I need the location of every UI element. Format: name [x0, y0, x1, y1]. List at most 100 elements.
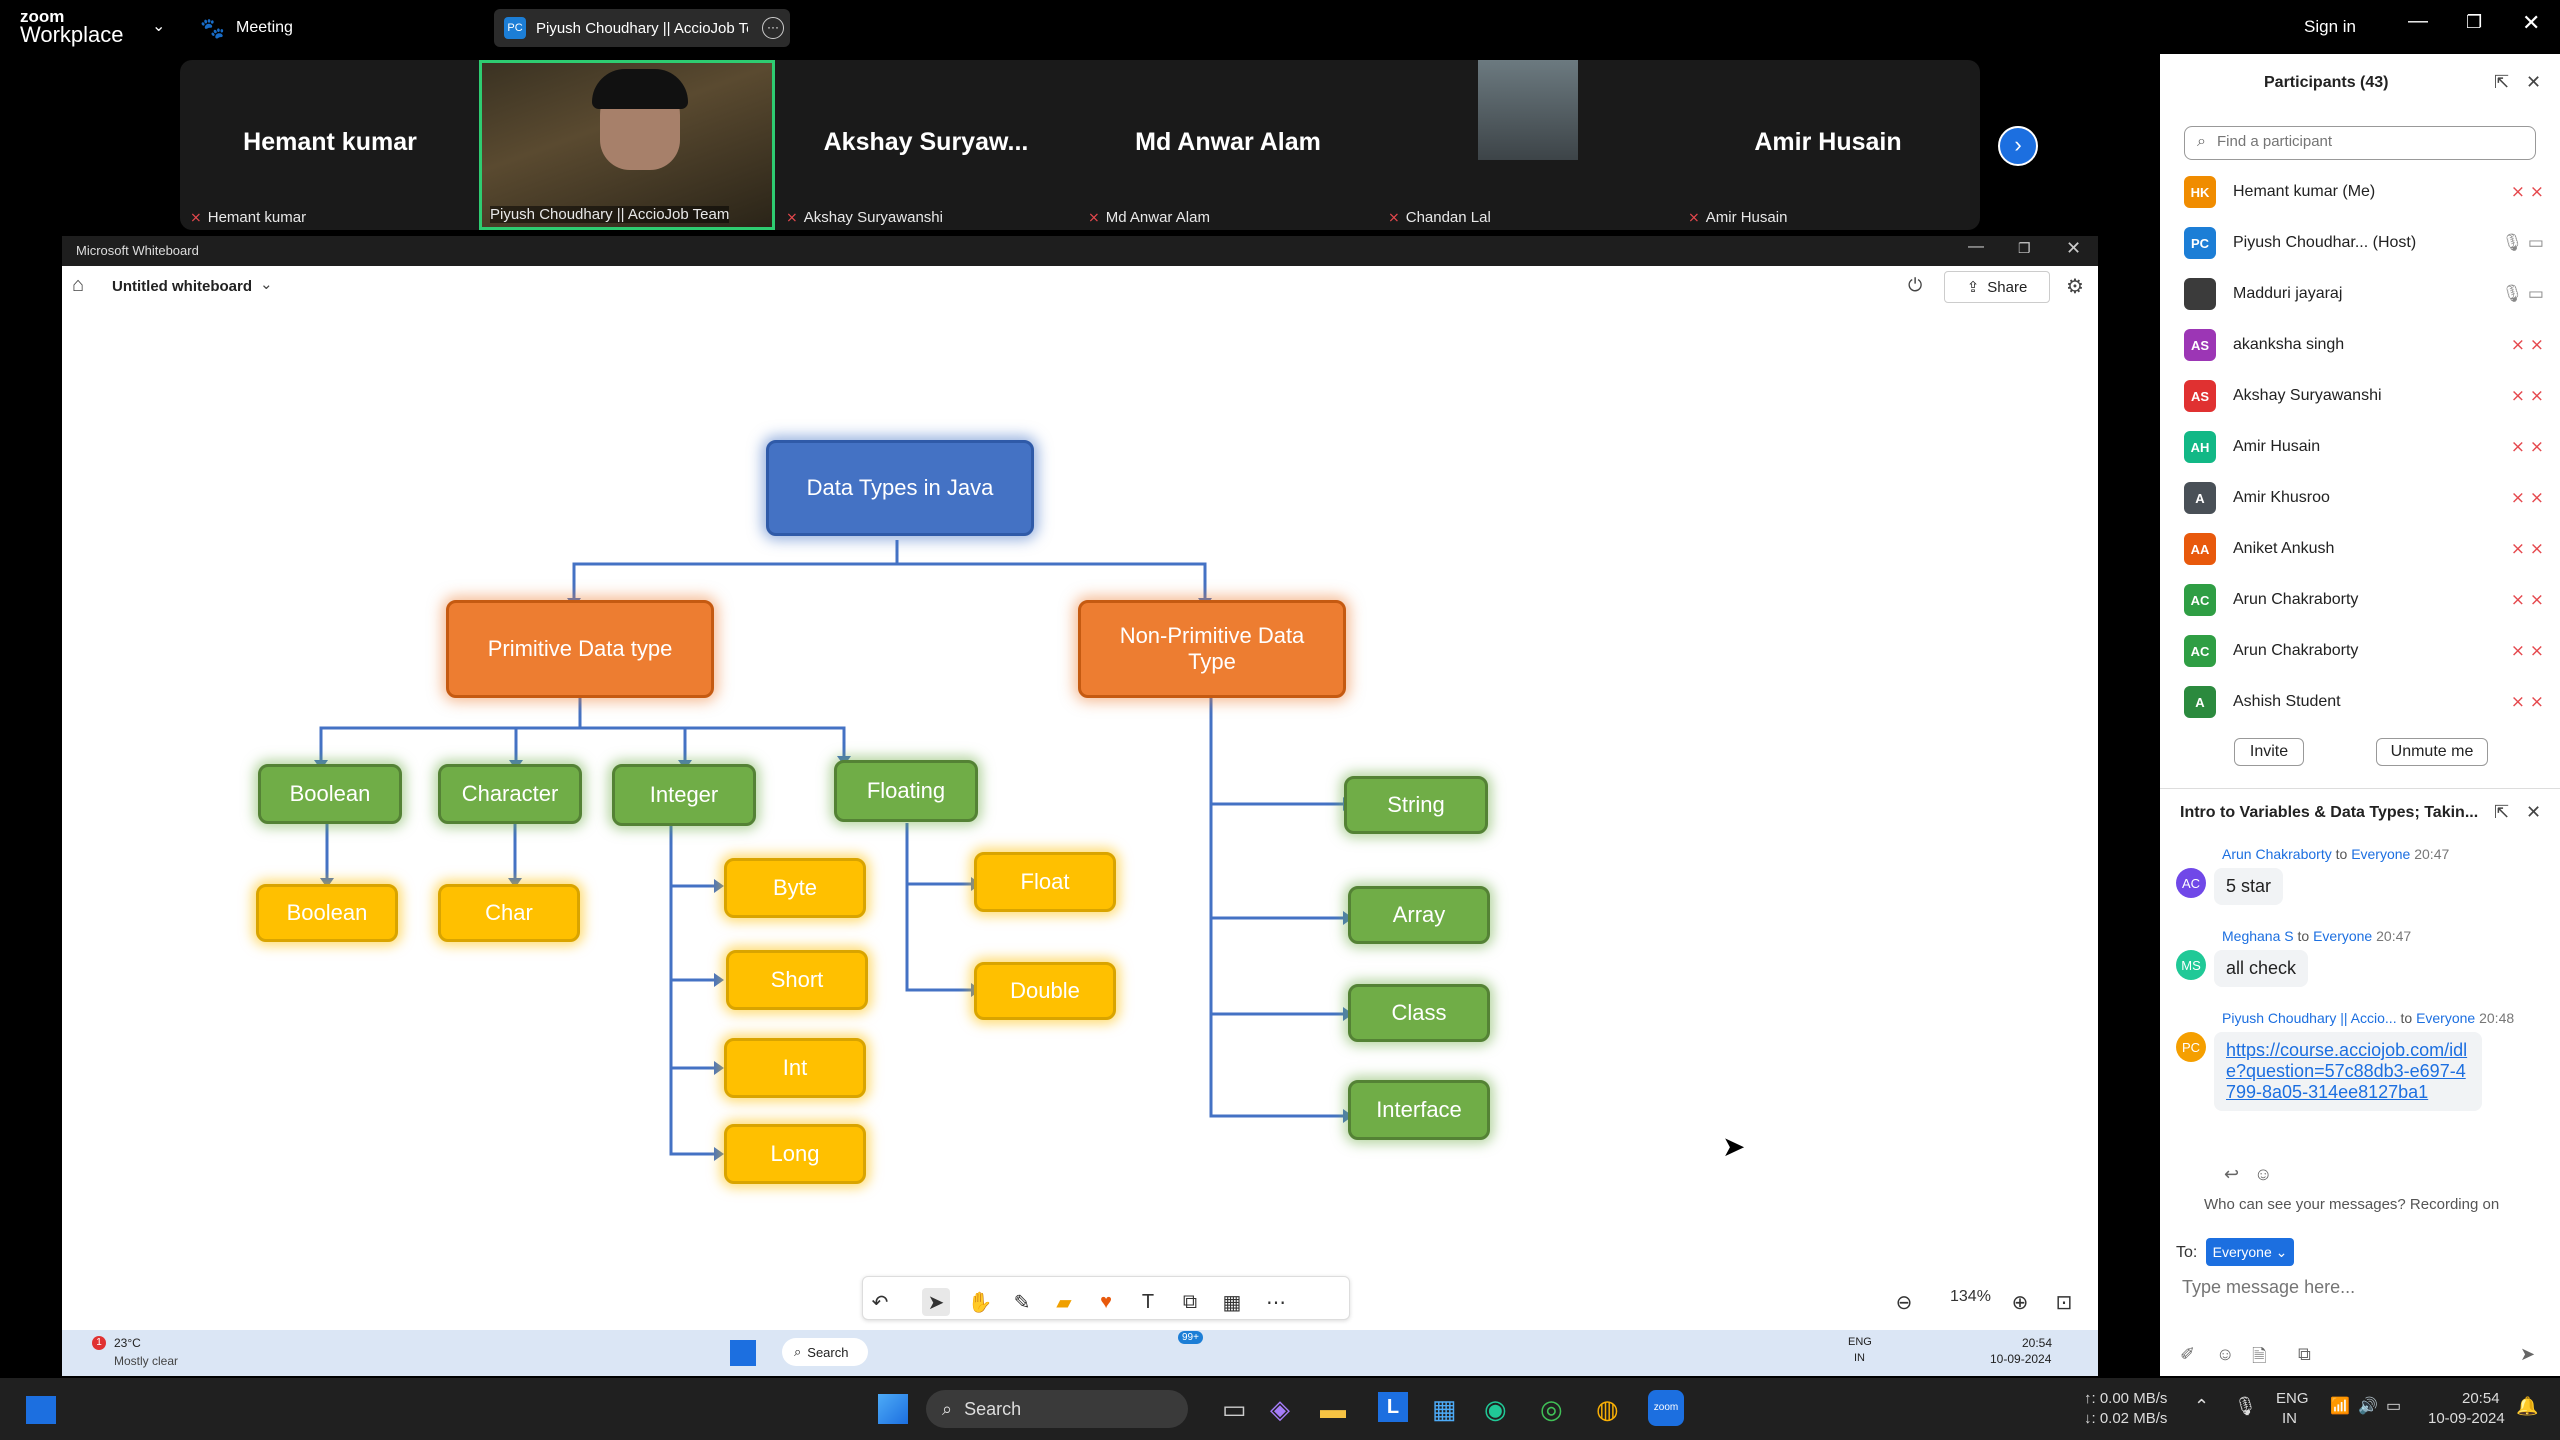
file-icon[interactable]: 🗎 — [2252, 1344, 2266, 1374]
non-primitive-node[interactable]: Non-Primitive Data Type — [1078, 600, 1346, 698]
boolean-leaf-node[interactable]: Boolean — [256, 884, 398, 942]
hand-icon[interactable]: ✋ — [966, 1288, 994, 1316]
emoji-icon[interactable]: ☺ — [2254, 1164, 2272, 1185]
store-icon[interactable]: ▦ — [1432, 1394, 1457, 1425]
floating-node[interactable]: Floating — [834, 760, 978, 822]
close-icon[interactable]: ✕ — [2526, 72, 2541, 93]
bell-icon[interactable]: 🔔 — [2516, 1396, 2538, 1417]
sender[interactable]: Piyush Choudhary || Accio... — [2222, 1010, 2397, 1026]
reply-icon[interactable]: ↩ — [2224, 1164, 2239, 1185]
short-node[interactable]: Short — [726, 950, 868, 1010]
template-icon[interactable]: ▦ — [1218, 1288, 1246, 1316]
gear-icon[interactable]: ⚙ — [2066, 274, 2084, 299]
battery-icon[interactable]: ▭ — [2386, 1396, 2401, 1416]
doc-title[interactable]: Untitled whiteboard — [112, 278, 252, 295]
more-icon[interactable]: ··· — [762, 17, 784, 39]
timer-icon[interactable]: ⏻ — [1908, 275, 1922, 296]
share-button[interactable]: ⇪ Share — [1944, 271, 2050, 303]
class-node[interactable]: Class — [1348, 984, 1490, 1042]
string-node[interactable]: String — [1344, 776, 1488, 834]
close-icon[interactable]: ✕ — [2066, 238, 2081, 259]
video-tile[interactable]: Amir Husain ⨯ Amir Husain — [1680, 60, 1976, 230]
video-tile[interactable]: ⨯ Chandan Lal — [1380, 60, 1676, 230]
primitive-node[interactable]: Primitive Data type — [446, 600, 714, 698]
chat-input[interactable] — [2180, 1276, 2544, 1299]
os-search-box[interactable]: ⌕ Search — [926, 1390, 1188, 1428]
int-node[interactable]: Int — [724, 1038, 866, 1098]
edge-icon[interactable]: ◉ — [1484, 1394, 1507, 1425]
os-lang-1[interactable]: ENG — [2276, 1390, 2309, 1407]
popout-icon[interactable]: ⇱ — [2494, 802, 2509, 823]
restore-icon[interactable]: ❐ — [2466, 12, 2482, 33]
chevron-down-icon[interactable]: ⌄ — [152, 16, 165, 36]
os-lang-2[interactable]: IN — [2282, 1410, 2297, 1427]
long-node[interactable]: Long — [724, 1124, 866, 1184]
participant-search-input[interactable] — [2215, 132, 2519, 151]
participant-row[interactable]: A Amir Khusroo ⨯ ⨯ — [2184, 478, 2544, 518]
folder-icon[interactable]: ▬ — [1320, 1394, 1346, 1425]
char-node[interactable]: Char — [438, 884, 580, 942]
sticky-note-icon[interactable]: ▰ — [1050, 1288, 1078, 1316]
participant-row[interactable]: PC Piyush Choudhar... (Host) 🎙 ▭ — [2184, 223, 2544, 263]
array-node[interactable]: Array — [1348, 886, 1490, 944]
root-node[interactable]: Data Types in Java — [766, 440, 1034, 536]
close-icon[interactable]: ✕ — [2522, 10, 2540, 36]
next-page-icon[interactable]: › — [1998, 126, 2038, 166]
os-date[interactable]: 10-09-2024 — [2428, 1410, 2505, 1427]
chrome-icon[interactable]: ◍ — [1596, 1394, 1619, 1425]
os-time[interactable]: 20:54 — [2462, 1390, 2500, 1407]
home-icon[interactable]: ⌂ — [72, 274, 84, 297]
screenshot-icon[interactable]: ⧉ — [2298, 1344, 2311, 1365]
participant-row[interactable]: Madduri jayaraj 🎙 ▭ — [2184, 274, 2544, 314]
target[interactable]: Everyone — [2351, 846, 2410, 862]
minimize-icon[interactable]: — — [1968, 238, 1984, 256]
participant-row[interactable]: AS Akshay Suryawanshi ⨯ ⨯ — [2184, 376, 2544, 416]
invite-button[interactable]: Invite — [2234, 738, 2304, 766]
sender[interactable]: Arun Chakraborty — [2222, 846, 2332, 862]
whiteboard-canvas[interactable]: Data Types in Java Primitive Data type N… — [62, 308, 2098, 1330]
whatsapp-icon[interactable]: ◎ — [1540, 1394, 1563, 1425]
participant-row[interactable]: AC Arun Chakraborty ⨯ ⨯ — [2184, 580, 2544, 620]
float-node[interactable]: Float — [974, 852, 1116, 912]
video-tile[interactable]: Hemant kumar ⨯ Hemant kumar — [182, 60, 478, 230]
windows-start-icon[interactable] — [730, 1340, 756, 1366]
participant-row[interactable]: AC Arun Chakraborty ⨯ ⨯ — [2184, 631, 2544, 671]
task-view-icon[interactable]: ▭ — [1222, 1394, 1247, 1425]
meeting-label[interactable]: Meeting — [236, 19, 293, 37]
reaction-icon[interactable]: ♥ — [1092, 1288, 1120, 1316]
volume-icon[interactable]: 🔊 — [2358, 1396, 2378, 1416]
sender[interactable]: Meghana S — [2222, 928, 2294, 944]
byte-node[interactable]: Byte — [724, 858, 866, 918]
restore-icon[interactable]: ❐ — [2018, 240, 2031, 257]
target[interactable]: Everyone — [2313, 928, 2372, 944]
chevron-up-icon[interactable]: ⌃ — [2194, 1396, 2209, 1417]
minimize-icon[interactable]: — — [2408, 10, 2428, 33]
signin-button[interactable]: Sign in — [2304, 17, 2356, 37]
character-node[interactable]: Character — [438, 764, 582, 824]
emoji-icon[interactable]: ☺ — [2216, 1344, 2234, 1365]
zoom-level[interactable]: 134% — [1950, 1288, 1991, 1306]
format-icon[interactable]: ✐ — [2180, 1344, 2195, 1365]
fit-screen-icon[interactable]: ⊡ — [2050, 1288, 2078, 1316]
windows-start-icon[interactable] — [878, 1394, 908, 1424]
video-tile-active[interactable]: Piyush Choudhary || AccioJob Team — [479, 60, 775, 230]
message-text[interactable]: https://course.acciojob.com/idle?questio… — [2214, 1032, 2482, 1111]
select-icon[interactable]: ➤ — [922, 1288, 950, 1316]
text-icon[interactable]: T — [1134, 1288, 1162, 1316]
boolean-node[interactable]: Boolean — [258, 764, 402, 824]
video-tile[interactable]: Md Anwar Alam ⨯ Md Anwar Alam — [1080, 60, 1376, 230]
widget-icon[interactable] — [26, 1396, 56, 1424]
participant-row[interactable]: HK Hemant kumar (Me) ⨯ ⨯ — [2184, 172, 2544, 212]
wifi-icon[interactable]: 📶 — [2330, 1396, 2350, 1416]
close-icon[interactable]: ✕ — [2526, 802, 2541, 823]
unmute-button[interactable]: Unmute me — [2376, 738, 2488, 766]
zoom-out-icon[interactable]: ⊖ — [1890, 1288, 1918, 1316]
recipient-select[interactable]: Everyone ⌄ — [2206, 1238, 2294, 1266]
shapes-icon[interactable]: ⧉ — [1176, 1288, 1204, 1316]
video-tile[interactable]: Akshay Suryaw... ⨯ Akshay Suryawanshi — [778, 60, 1074, 230]
app-l-icon[interactable]: L — [1378, 1392, 1408, 1422]
participant-row[interactable]: AS akanksha singh ⨯ ⨯ — [2184, 325, 2544, 365]
interface-node[interactable]: Interface — [1348, 1080, 1490, 1140]
undo-icon[interactable]: ↶ — [866, 1288, 894, 1316]
meeting-tab[interactable]: PC Piyush Choudhary || AccioJob Tea ··· — [494, 9, 790, 47]
